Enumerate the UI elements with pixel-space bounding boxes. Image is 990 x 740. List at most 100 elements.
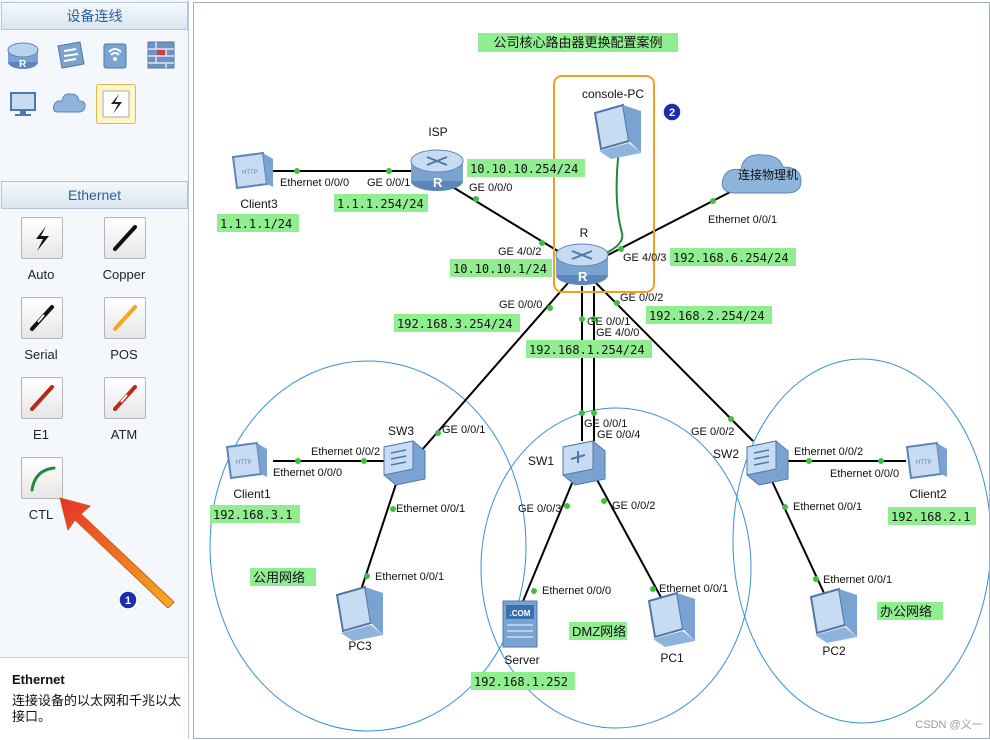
port-label: Ethernet 0/0/2 <box>311 446 380 458</box>
sw1-label: SW1 <box>528 454 554 468</box>
port-label: GE 0/0/4 <box>597 429 640 441</box>
port-label: Ethernet 0/0/1 <box>659 583 728 595</box>
connection-category-icon[interactable] <box>96 84 136 124</box>
router-category-icon[interactable]: R <box>4 36 42 74</box>
copper-cable-label: Copper <box>102 267 146 282</box>
marker-one: 1 <box>118 590 138 610</box>
ip-label: 192.168.1.252 <box>474 675 568 689</box>
cloud-category-icon[interactable] <box>50 84 88 122</box>
r-router-icon[interactable]: R <box>555 243 609 285</box>
sw3-switch-icon[interactable] <box>383 440 426 486</box>
devices-panel-title: 设备连线 <box>1 2 188 30</box>
ip-label: 192.168.6.254/24 <box>673 251 789 265</box>
diagram-title: 公司核心路由器更换配置案例 <box>493 35 662 50</box>
sw2-label: SW2 <box>713 447 739 461</box>
pc1-label: PC1 <box>660 651 684 665</box>
server-label: Server <box>504 653 539 667</box>
zone-label-dmz: DMZ网络 <box>572 624 626 639</box>
info-text: 连接设备的以太网和千兆以太接口。 <box>12 693 182 724</box>
svg-text:R: R <box>433 175 443 190</box>
wireless-category-icon[interactable] <box>96 36 134 74</box>
atm-cable-icon[interactable] <box>104 377 146 419</box>
port-label: GE 4/0/0 <box>596 327 639 339</box>
port-label: GE 0/0/2 <box>612 500 655 512</box>
port-label: Ethernet 0/0/1 <box>793 501 862 513</box>
server-icon[interactable]: .COM <box>502 600 538 648</box>
port-label: Ethernet 0/0/0 <box>542 585 611 597</box>
port-label: Ethernet 0/0/1 <box>375 571 444 583</box>
switch-category-icon[interactable] <box>50 36 88 74</box>
port-label: GE 0/0/1 <box>442 424 485 436</box>
atm-cable-label: ATM <box>110 427 138 442</box>
pc3-icon[interactable] <box>335 585 383 641</box>
ip-label: 192.168.1.254/24 <box>529 343 645 357</box>
link-sw2-pc2 <box>770 478 825 594</box>
port-label: Ethernet 0/0/0 <box>273 467 342 479</box>
console-link <box>598 148 624 257</box>
port-label: GE 0/0/2 <box>620 292 663 304</box>
pc3-label: PC3 <box>348 639 372 653</box>
firewall-category-icon[interactable] <box>142 36 180 74</box>
client2-label: Client2 <box>909 487 947 501</box>
pc-category-icon[interactable] <box>4 84 42 122</box>
client3-icon[interactable]: HTTP <box>231 151 273 190</box>
pc2-icon[interactable] <box>809 587 857 643</box>
port-label: GE 0/0/2 <box>691 426 734 438</box>
pc1-icon[interactable] <box>647 591 695 647</box>
ethernet-panel-title: Ethernet <box>1 181 188 209</box>
ip-label: 10.10.10.1/24 <box>453 262 547 276</box>
pos-cable-icon[interactable] <box>104 297 146 339</box>
port-label: GE 4/0/2 <box>498 246 541 258</box>
port-label: Ethernet 0/0/2 <box>794 446 863 458</box>
sw3-label: SW3 <box>388 424 414 438</box>
port-label: GE 0/0/3 <box>518 503 561 515</box>
svg-text:HTTP: HTTP <box>242 170 258 176</box>
ip-label: 1.1.1.1/24 <box>220 217 292 231</box>
svg-text:2: 2 <box>669 107 675 119</box>
port-label: Ethernet 0/0/1 <box>823 574 892 586</box>
svg-text:.COM: .COM <box>510 609 531 618</box>
info-panel: Ethernet 连接设备的以太网和千兆以太接口。 <box>0 657 188 740</box>
port-label: GE 0/0/0 <box>499 299 542 311</box>
marker-two: 2 <box>662 102 682 122</box>
ip-label: 192.168.3.254/24 <box>397 317 513 331</box>
client2-icon[interactable]: HTTP <box>905 441 947 480</box>
port-label: GE 4/0/3 <box>623 252 666 264</box>
zone-label-public: 公用网络 <box>253 570 305 585</box>
ip-label: 1.1.1.254/24 <box>337 197 424 211</box>
client1-label: Client1 <box>233 487 271 501</box>
pos-cable-label: POS <box>110 347 138 362</box>
ip-label: 192.168.3.1 <box>213 508 292 522</box>
e1-cable-label: E1 <box>33 427 49 442</box>
pc2-label: PC2 <box>822 644 846 658</box>
office-zone-circle <box>732 358 989 724</box>
client3-label: Client3 <box>240 197 278 211</box>
port-label: GE 0/0/0 <box>469 182 512 194</box>
sw1-switch-icon[interactable] <box>562 440 606 486</box>
e1-cable-icon[interactable] <box>21 377 63 419</box>
serial-cable-label: Serial <box>24 347 58 362</box>
copper-cable-icon[interactable] <box>104 217 146 259</box>
console-pc-label: console-PC <box>582 87 644 101</box>
ip-label: 10.10.10.254/24 <box>470 162 578 176</box>
svg-text:1: 1 <box>125 595 131 607</box>
zone-label-office: 办公网络 <box>880 604 932 619</box>
console-pc-icon[interactable] <box>593 103 641 159</box>
topology-canvas[interactable]: 公司核心路由器更换配置案例 console-PC R ISP HTTP Clie… <box>193 2 990 739</box>
svg-text:R: R <box>578 269 588 284</box>
svg-text:R: R <box>19 59 27 70</box>
device-panel: 设备连线 R Ethernet Auto Copper Serial POS E… <box>0 0 189 740</box>
port-label: Ethernet 0/0/1 <box>708 214 777 226</box>
watermark: CSDN @义一 <box>915 718 982 731</box>
serial-cable-icon[interactable] <box>21 297 63 339</box>
links <box>271 170 906 607</box>
sw2-switch-icon[interactable] <box>746 440 789 486</box>
ip-label: 192.168.2.254/24 <box>649 309 765 323</box>
isp-router-icon[interactable]: R <box>410 149 464 191</box>
port-label: Ethernet 0/0/1 <box>396 503 465 515</box>
auto-cable-label: Auto <box>27 267 55 282</box>
auto-cable-icon[interactable] <box>21 217 63 259</box>
client1-icon[interactable]: HTTP <box>225 441 267 480</box>
r-label: R <box>580 226 589 240</box>
port-label: Ethernet 0/0/0 <box>280 177 349 189</box>
